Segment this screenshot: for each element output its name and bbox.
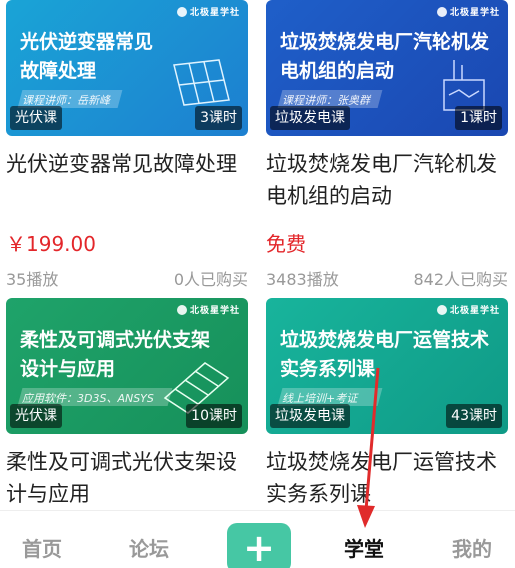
tab-study[interactable]: 学堂 [344,533,384,562]
course-card[interactable]: 北极星学社 垃圾焚烧发电厂汽轮机发电机组的启动 课程讲师：张奥群 垃圾发电课 1… [266,0,508,290]
tab-mine[interactable]: 我的 [452,533,492,562]
purchase-count: 842人已购买 [413,270,508,289]
plus-icon: + [243,526,275,568]
course-price: 免费 [266,232,306,256]
course-thumbnail[interactable]: 北极星学社 柔性及可调式光伏支架设计与应用 应用软件：3D3S、ANSYS 光伏… [6,298,248,434]
category-badge: 垃圾发电课 [270,106,350,130]
course-title[interactable]: 垃圾焚烧发电厂汽轮机发电机组的启动 [266,148,506,212]
course-meta: 35播放 0人已购买 [6,266,248,290]
course-title[interactable]: 柔性及可调式光伏支架设计与应用 [6,446,246,510]
duration-badge: 3课时 [195,106,242,130]
category-badge: 光伏课 [10,106,62,130]
duration-badge: 10课时 [186,404,242,428]
course-price: ￥199.00 [6,232,96,256]
thumbnail-title: 光伏逆变器常见故障处理 [20,31,154,82]
brand-logo: 北极星学社 [436,303,500,316]
brand-logo: 北极星学社 [436,5,500,18]
course-card[interactable]: 北极星学社 垃圾焚烧发电厂运管技术实务系列课 线上培训+考证 垃圾发电课 43课… [266,298,508,510]
course-meta: 3483播放 842人已购买 [266,266,508,290]
bottom-tab-bar: 首页 论坛 + 学堂 我的 [0,510,515,568]
duration-badge: 43课时 [446,404,502,428]
course-thumbnail[interactable]: 北极星学社 光伏逆变器常见故障处理 课程讲师：岳新峰 光伏课 3课时 [6,0,248,136]
tab-forum[interactable]: 论坛 [129,533,169,562]
course-card[interactable]: 北极星学社 光伏逆变器常见故障处理 课程讲师：岳新峰 光伏课 3课时 光伏逆变器… [6,0,248,290]
course-thumbnail[interactable]: 北极星学社 垃圾焚烧发电厂运管技术实务系列课 线上培训+考证 垃圾发电课 43课… [266,298,508,434]
purchase-count: 0人已购买 [173,270,248,289]
course-title[interactable]: 垃圾焚烧发电厂运管技术实务系列课 [266,446,506,510]
tab-home[interactable]: 首页 [22,533,62,562]
play-count: 35播放 [6,270,59,289]
course-card[interactable]: 北极星学社 柔性及可调式光伏支架设计与应用 应用软件：3D3S、ANSYS 光伏… [6,298,248,510]
duration-badge: 1课时 [455,106,502,130]
course-title[interactable]: 光伏逆变器常见故障处理 [6,148,246,212]
course-thumbnail[interactable]: 北极星学社 垃圾焚烧发电厂汽轮机发电机组的启动 课程讲师：张奥群 垃圾发电课 1… [266,0,508,136]
category-badge: 光伏课 [10,404,62,428]
play-count: 3483播放 [266,270,339,289]
thumbnail-title: 垃圾焚烧发电厂运管技术实务系列课 [280,329,490,380]
add-button[interactable]: + [227,523,291,568]
brand-logo: 北极星学社 [176,5,240,18]
category-badge: 垃圾发电课 [270,404,350,428]
course-grid: 北极星学社 光伏逆变器常见故障处理 课程讲师：岳新峰 光伏课 3课时 光伏逆变器… [0,0,515,510]
brand-logo: 北极星学社 [176,303,240,316]
